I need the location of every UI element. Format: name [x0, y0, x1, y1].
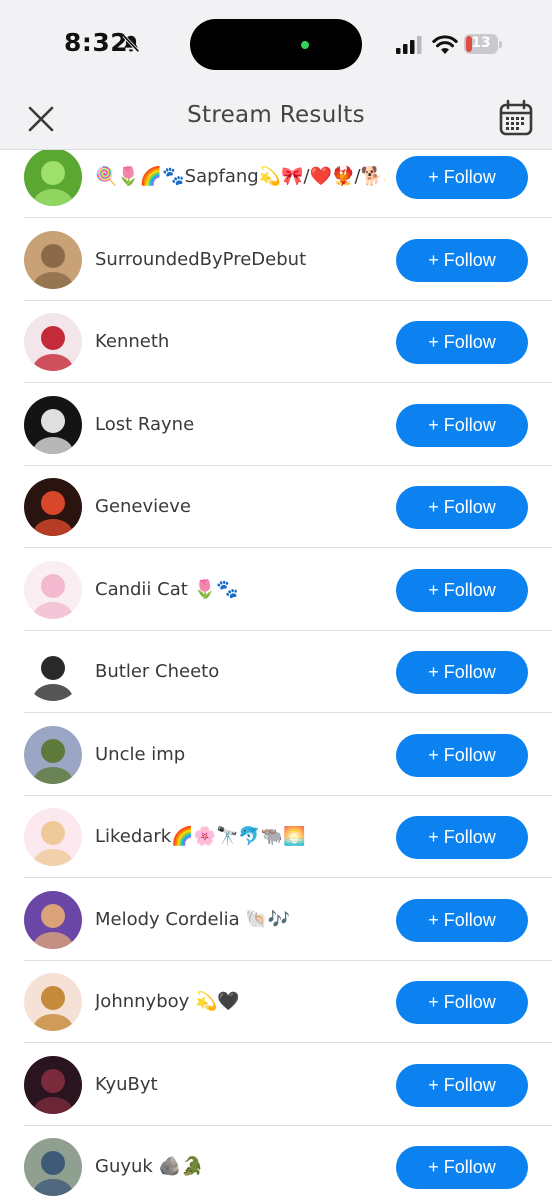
username[interactable]: Johnnyboy 💫🖤 — [95, 987, 385, 1017]
cellular-signal-icon — [396, 36, 422, 54]
status-bar: 8:32 13 — [0, 0, 552, 88]
battery-icon: 13 — [464, 34, 502, 54]
list-item[interactable]: Kenneth + Follow — [0, 301, 552, 383]
list-item[interactable]: Lost Rayne + Follow — [0, 384, 552, 466]
username[interactable]: Butler Cheeto — [95, 657, 385, 687]
follow-button[interactable]: + Follow — [396, 651, 528, 694]
follow-button[interactable]: + Follow — [396, 1063, 528, 1107]
follow-button[interactable]: + Follow — [396, 981, 528, 1024]
battery-level: 13 — [471, 35, 491, 51]
follow-button[interactable]: + Follow — [396, 486, 528, 529]
avatar[interactable] — [24, 395, 82, 454]
dynamic-island — [190, 19, 362, 70]
username[interactable]: SurroundedByPreDebut — [95, 245, 385, 275]
list-item[interactable]: Johnnyboy 💫🖤 + Follow — [0, 961, 552, 1043]
follow-button[interactable]: + Follow — [396, 568, 528, 612]
camera-indicator-icon — [301, 41, 309, 49]
follow-button[interactable]: + Follow — [396, 238, 528, 282]
page-title: Stream Results — [187, 102, 365, 128]
username[interactable]: KyuByt — [95, 1070, 385, 1100]
list-item[interactable]: Genevieve + Follow — [0, 466, 552, 548]
list-item[interactable]: Uncle imp + Follow — [0, 714, 552, 796]
username[interactable]: Melody Cordelia 🐚🎶 — [95, 905, 385, 935]
avatar[interactable] — [24, 643, 82, 701]
username[interactable]: Uncle imp — [95, 740, 385, 770]
follow-button[interactable]: + Follow — [396, 898, 528, 942]
avatar[interactable] — [24, 230, 82, 289]
list-item[interactable]: Likedark🌈🌸🔭🐬🐃🌅 + Follow — [0, 796, 552, 878]
wifi-icon — [432, 35, 458, 54]
list-item[interactable]: KyuByt + Follow — [0, 1044, 552, 1126]
status-time: 8:32 — [64, 28, 129, 57]
follow-button[interactable]: + Follow — [396, 816, 528, 859]
avatar[interactable] — [24, 313, 82, 371]
list-item[interactable]: SurroundedByPreDebut + Follow — [0, 219, 552, 301]
follow-button[interactable]: + Follow — [396, 733, 528, 777]
avatar[interactable] — [24, 973, 82, 1031]
list-item[interactable]: Guyuk 🪨🐊 + Follow — [0, 1126, 552, 1200]
avatar[interactable] — [24, 725, 82, 784]
follow-button[interactable]: + Follow — [396, 403, 528, 447]
list-item[interactable]: 🍭🌷🌈🐾Sapfang💫🎀/❤️🐦‍🔥/🐕💫 + Follow — [0, 150, 552, 218]
avatar[interactable] — [24, 150, 82, 206]
list-item[interactable]: Candii Cat 🌷🐾 + Follow — [0, 549, 552, 631]
avatar[interactable] — [24, 560, 82, 619]
list-item[interactable]: Melody Cordelia 🐚🎶 + Follow — [0, 879, 552, 961]
username[interactable]: Guyuk 🪨🐊 — [95, 1152, 385, 1182]
username[interactable]: 🍭🌷🌈🐾Sapfang💫🎀/❤️🐦‍🔥/🐕💫 — [95, 162, 385, 192]
list-item[interactable]: Butler Cheeto + Follow — [0, 631, 552, 713]
avatar[interactable] — [24, 1055, 82, 1114]
username[interactable]: Candii Cat 🌷🐾 — [95, 575, 385, 605]
username[interactable]: Lost Rayne — [95, 410, 385, 440]
avatar[interactable] — [24, 478, 82, 536]
username[interactable]: Likedark🌈🌸🔭🐬🐃🌅 — [95, 822, 385, 852]
username[interactable]: Kenneth — [95, 327, 385, 357]
username[interactable]: Genevieve — [95, 492, 385, 522]
avatar[interactable] — [24, 890, 82, 949]
bell-muted-icon — [122, 34, 140, 53]
calendar-icon[interactable] — [498, 99, 534, 137]
follow-button[interactable]: + Follow — [396, 1146, 528, 1189]
follow-button[interactable]: + Follow — [396, 156, 528, 199]
navigation-bar: Stream Results — [0, 88, 552, 150]
avatar[interactable] — [24, 1138, 82, 1196]
avatar[interactable] — [24, 808, 82, 866]
follow-button[interactable]: + Follow — [396, 321, 528, 364]
stream-results-list[interactable]: 🍭🌷🌈🐾Sapfang💫🎀/❤️🐦‍🔥/🐕💫 + Follow Surrounded… — [0, 150, 552, 1200]
